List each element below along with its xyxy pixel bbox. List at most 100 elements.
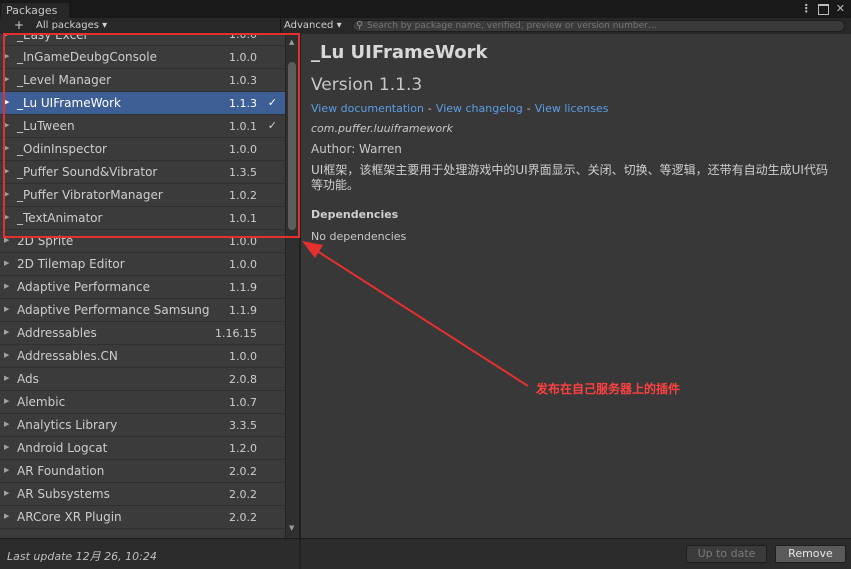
package-name: _Puffer VibratorManager bbox=[17, 188, 163, 202]
expand-arrow-icon[interactable]: ▶ bbox=[4, 75, 9, 83]
package-version-label: 2.0.2 bbox=[229, 511, 257, 524]
expand-arrow-icon[interactable]: ▶ bbox=[4, 34, 9, 38]
expand-arrow-icon[interactable]: ▶ bbox=[4, 98, 9, 106]
package-version-label: 1.0.2 bbox=[229, 189, 257, 202]
maximize-icon[interactable] bbox=[817, 3, 829, 15]
scroll-up-icon[interactable]: ▲ bbox=[289, 38, 294, 46]
view-changelog-link[interactable]: View changelog bbox=[436, 102, 523, 115]
package-row[interactable]: ▶ _Puffer Sound&Vibrator 1.3.5 bbox=[0, 161, 285, 184]
package-row[interactable]: ▶ _OdinInspector 1.0.0 bbox=[0, 138, 285, 161]
tab-packages[interactable]: Packages bbox=[0, 2, 70, 18]
package-scope-dropdown[interactable]: All packages ▾ bbox=[36, 18, 107, 34]
expand-arrow-icon[interactable]: ▶ bbox=[4, 466, 9, 474]
package-row[interactable]: ▶ _InGameDeubgConsole 1.0.0 bbox=[0, 46, 285, 69]
expand-arrow-icon[interactable]: ▶ bbox=[4, 236, 9, 244]
package-row[interactable]: ▶ _TextAnimator 1.0.1 bbox=[0, 207, 285, 230]
package-version-label: 2.0.2 bbox=[229, 465, 257, 478]
package-row[interactable]: ▶ AR Foundation 2.0.2 bbox=[0, 460, 285, 483]
scroll-down-icon[interactable]: ▼ bbox=[289, 524, 294, 532]
package-row[interactable]: ▶ AR Subsystems 2.0.2 bbox=[0, 483, 285, 506]
expand-arrow-icon[interactable]: ▶ bbox=[4, 259, 9, 267]
package-row[interactable]: ▶ Addressables 1.16.15 bbox=[0, 322, 285, 345]
expand-arrow-icon[interactable]: ▶ bbox=[4, 328, 9, 336]
expand-arrow-icon[interactable]: ▶ bbox=[4, 397, 9, 405]
search-input[interactable] bbox=[352, 20, 845, 32]
package-version-label: 1.1.9 bbox=[229, 304, 257, 317]
view-licenses-link[interactable]: View licenses bbox=[535, 102, 609, 115]
expand-arrow-icon[interactable]: ▶ bbox=[4, 190, 9, 198]
package-row[interactable]: ▶ _Puffer VibratorManager 1.0.2 bbox=[0, 184, 285, 207]
package-name: Adaptive Performance Samsung bbox=[17, 303, 210, 317]
package-row[interactable]: ▶ _Easy Excel 1.0.0 bbox=[0, 34, 285, 46]
link-separator: - bbox=[526, 102, 531, 115]
package-author: Author: Warren bbox=[311, 142, 402, 156]
package-name: Adaptive Performance bbox=[17, 280, 150, 294]
package-name: _Easy Excel bbox=[17, 34, 87, 42]
package-row[interactable]: ▶ Addressables.CN 1.0.0 bbox=[0, 345, 285, 368]
package-row[interactable]: ▶ Android Logcat 1.2.0 bbox=[0, 437, 285, 460]
package-name: Addressables bbox=[17, 326, 97, 340]
scrollbar-thumb[interactable] bbox=[288, 62, 296, 230]
expand-arrow-icon[interactable]: ▶ bbox=[4, 420, 9, 428]
expand-arrow-icon[interactable]: ▶ bbox=[4, 374, 9, 382]
expand-arrow-icon[interactable]: ▶ bbox=[4, 121, 9, 129]
package-version-label: 1.0.7 bbox=[229, 396, 257, 409]
expand-arrow-icon[interactable]: ▶ bbox=[4, 305, 9, 313]
expand-arrow-icon[interactable]: ▶ bbox=[4, 144, 9, 152]
package-version-label: 1.0.0 bbox=[229, 51, 257, 64]
package-name: _TextAnimator bbox=[17, 211, 103, 225]
package-row[interactable]: ▶ Alembic 1.0.7 bbox=[0, 391, 285, 414]
package-version-label: 1.1.9 bbox=[229, 281, 257, 294]
expand-arrow-icon[interactable]: ▶ bbox=[4, 443, 9, 451]
package-list-scrollbar[interactable]: ▲ ▼ bbox=[285, 34, 299, 538]
up-to-date-button[interactable]: Up to date bbox=[686, 545, 767, 563]
view-documentation-link[interactable]: View documentation bbox=[311, 102, 424, 115]
footer-divider bbox=[299, 539, 301, 569]
package-row[interactable]: ▶ Ads 2.0.8 bbox=[0, 368, 285, 391]
package-row[interactable]: ▶ _Level Manager 1.0.3 bbox=[0, 69, 285, 92]
package-row[interactable]: ▶ Adaptive Performance 1.1.9 bbox=[0, 276, 285, 299]
package-row[interactable]: ▶ 2D Tilemap Editor 1.0.0 bbox=[0, 253, 285, 276]
package-version-label: 2.0.2 bbox=[229, 488, 257, 501]
window-controls: ⋮ ✕ bbox=[801, 2, 845, 16]
expand-arrow-icon[interactable]: ▶ bbox=[4, 512, 9, 520]
package-title: _Lu UIFrameWork bbox=[311, 42, 488, 63]
package-version-label: 1.0.1 bbox=[229, 120, 257, 133]
package-list: ▶ _Easy Excel 1.0.0 ▶ _InGameDeubgConsole 1.0… bbox=[0, 34, 285, 538]
package-version-label: 1.0.1 bbox=[229, 212, 257, 225]
package-row[interactable]: ▶ ARCore XR Plugin 2.0.2 bbox=[0, 506, 285, 529]
package-row[interactable]: ▶ _Lu UIFrameWork 1.1.3 ✓ bbox=[0, 92, 285, 115]
close-icon[interactable]: ✕ bbox=[836, 3, 845, 15]
package-version-label: 1.1.3 bbox=[229, 97, 257, 110]
package-name: Android Logcat bbox=[17, 441, 108, 455]
package-version-label: 1.16.15 bbox=[215, 327, 257, 340]
expand-arrow-icon[interactable]: ▶ bbox=[4, 52, 9, 60]
expand-arrow-icon[interactable]: ▶ bbox=[4, 489, 9, 497]
package-row[interactable]: ▶ _LuTween 1.0.1 ✓ bbox=[0, 115, 285, 138]
window-menu-icon[interactable]: ⋮ bbox=[801, 3, 812, 15]
installed-check-icon: ✓ bbox=[267, 96, 277, 109]
link-separator: - bbox=[427, 102, 432, 115]
expand-arrow-icon[interactable]: ▶ bbox=[4, 213, 9, 221]
package-version-label: 1.0.0 bbox=[229, 350, 257, 363]
remove-button[interactable]: Remove bbox=[775, 545, 846, 563]
package-row[interactable]: ▶ 2D Sprite 1.0.0 bbox=[0, 230, 285, 253]
window-titlebar: Packages ⋮ ✕ bbox=[0, 0, 851, 18]
status-bar: Last update 12月 26, 10:24 Up to date Rem… bbox=[0, 538, 851, 569]
package-version-label: 1.0.0 bbox=[229, 235, 257, 248]
package-version-label: 3.3.5 bbox=[229, 419, 257, 432]
package-version-label: 1.0.3 bbox=[229, 74, 257, 87]
dependencies-value: No dependencies bbox=[311, 230, 407, 243]
expand-arrow-icon[interactable]: ▶ bbox=[4, 351, 9, 359]
expand-arrow-icon[interactable]: ▶ bbox=[4, 282, 9, 290]
package-name: Ads bbox=[17, 372, 39, 386]
package-version-label: 2.0.8 bbox=[229, 373, 257, 386]
package-name: Analytics Library bbox=[17, 418, 118, 432]
add-package-button[interactable]: + bbox=[14, 18, 24, 33]
package-row[interactable]: ▶ Analytics Library 3.3.5 bbox=[0, 414, 285, 437]
expand-arrow-icon[interactable]: ▶ bbox=[4, 167, 9, 175]
package-row[interactable]: ▶ Adaptive Performance Samsung 1.1.9 bbox=[0, 299, 285, 322]
package-name: AR Subsystems bbox=[17, 487, 110, 501]
advanced-dropdown[interactable]: Advanced ▾ bbox=[284, 18, 342, 34]
search-icon: ⚲ bbox=[356, 20, 364, 31]
